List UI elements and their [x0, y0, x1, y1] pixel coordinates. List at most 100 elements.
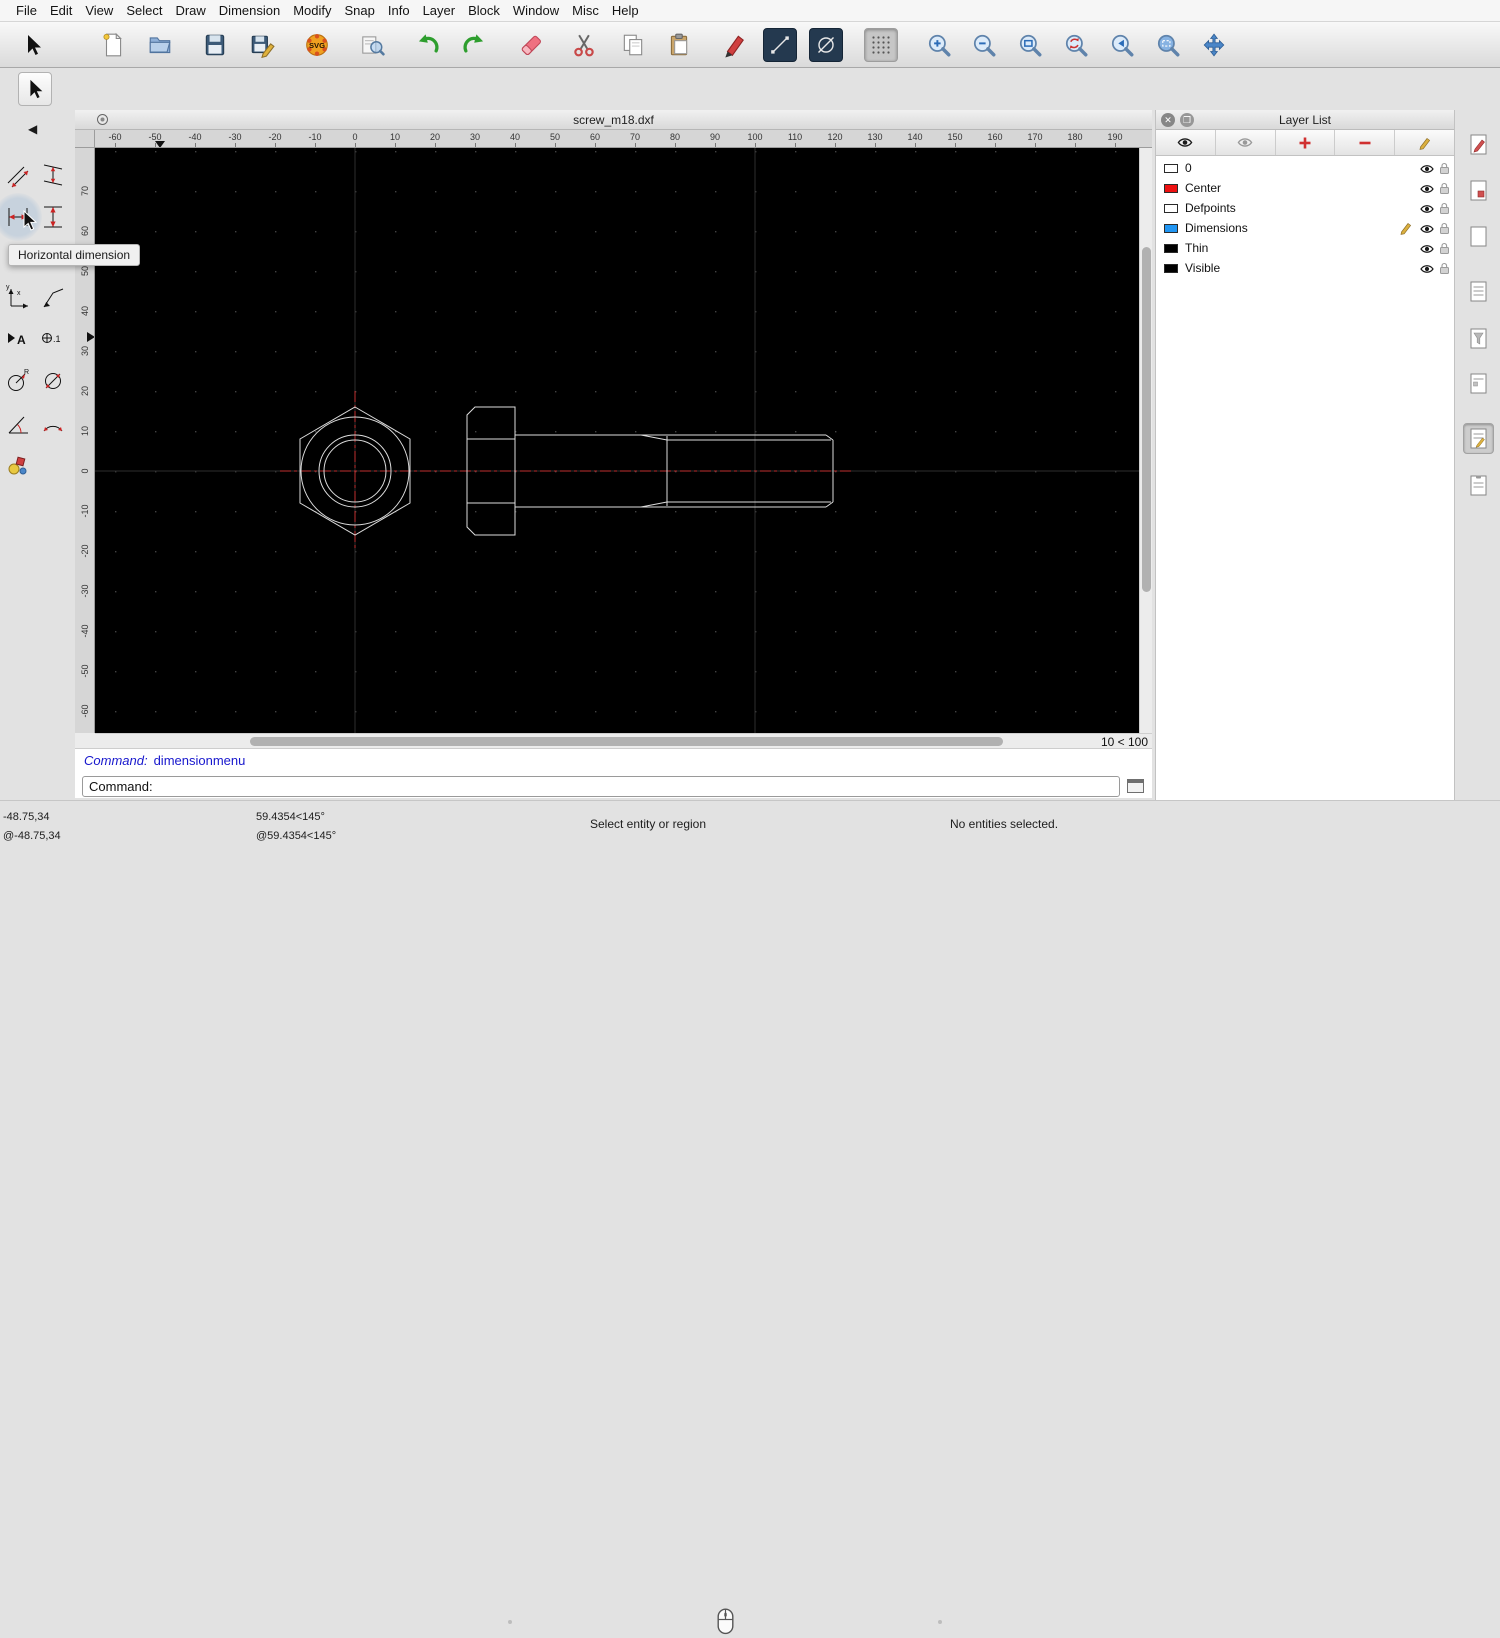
diametric-dimension-button[interactable] [37, 361, 69, 401]
angular-dimension-button[interactable] [2, 404, 34, 444]
menu-item-info[interactable]: Info [388, 3, 410, 18]
layer-color-swatch[interactable] [1164, 163, 1178, 173]
zoom-pan-button[interactable] [1197, 28, 1231, 62]
dock-toggle-list-button[interactable] [1463, 276, 1494, 307]
undo-button[interactable] [411, 28, 445, 62]
menu-item-select[interactable]: Select [126, 3, 162, 18]
menu-item-help[interactable]: Help [612, 3, 639, 18]
circle-tool-button[interactable] [809, 28, 843, 62]
panel-float-icon[interactable]: ❐ [1180, 113, 1194, 127]
layer-visibility-eye-icon[interactable] [1420, 163, 1434, 177]
zoom-redraw-button[interactable] [1059, 28, 1093, 62]
grid-toggle-button[interactable] [864, 28, 898, 62]
selection-tool-button[interactable] [18, 72, 52, 106]
modify-layer-button[interactable] [1395, 130, 1454, 155]
layer-color-swatch[interactable] [1164, 263, 1178, 273]
delete-button[interactable] [514, 28, 548, 62]
dock-toggle-blocks-button[interactable] [1463, 175, 1494, 206]
new-document-button[interactable] [96, 28, 130, 62]
line-tool-button[interactable] [763, 28, 797, 62]
layer-lock-icon[interactable] [1439, 242, 1450, 258]
menu-item-block[interactable]: Block [468, 3, 500, 18]
aligned-dimension-button[interactable] [2, 155, 34, 195]
document-titlebar[interactable]: screw_m18.dxf [75, 110, 1152, 130]
panel-close-icon[interactable]: ✕ [1161, 113, 1175, 127]
console-detach-button[interactable] [1127, 779, 1144, 793]
zoom-window-button[interactable] [1151, 28, 1185, 62]
menu-item-misc[interactable]: Misc [572, 3, 599, 18]
menu-item-snap[interactable]: Snap [345, 3, 375, 18]
menu-item-draw[interactable]: Draw [175, 3, 205, 18]
save-document-button[interactable] [198, 28, 232, 62]
export-svg-button[interactable]: SVG [300, 28, 334, 62]
layer-visibility-eye-icon[interactable] [1420, 183, 1434, 197]
layer-visibility-eye-icon[interactable] [1420, 243, 1434, 257]
layer-lock-icon[interactable] [1439, 182, 1450, 198]
dock-toggle-library-button[interactable] [1463, 129, 1494, 160]
text-dimension-button[interactable]: A [2, 318, 34, 358]
menu-item-view[interactable]: View [85, 3, 113, 18]
show-all-layers-button[interactable] [1156, 130, 1216, 155]
dock-toggle-sheet-button[interactable] [1463, 221, 1494, 252]
drawing-canvas[interactable] [95, 148, 1139, 733]
save-as-button[interactable] [245, 28, 279, 62]
tolerance-button[interactable]: .1 [37, 318, 69, 358]
ordinate-dimension-button[interactable]: yx [2, 276, 34, 316]
layer-color-swatch[interactable] [1164, 223, 1178, 233]
layer-row[interactable]: Defpoints [1156, 198, 1454, 218]
add-layer-button[interactable] [1276, 130, 1336, 155]
linear-dimension-button[interactable] [37, 155, 69, 195]
layer-row[interactable]: Thin [1156, 238, 1454, 258]
radial-dimension-button[interactable]: R [2, 361, 34, 401]
select-tool-button[interactable] [16, 28, 50, 62]
layer-color-swatch[interactable] [1164, 203, 1178, 213]
copy-button[interactable] [616, 28, 650, 62]
zoom-out-button[interactable] [967, 28, 1001, 62]
remove-layer-button[interactable] [1335, 130, 1396, 155]
leader-button[interactable] [37, 276, 69, 316]
paste-button[interactable] [662, 28, 696, 62]
zoom-previous-button[interactable] [1105, 28, 1139, 62]
layer-row-current[interactable]: Dimensions [1156, 218, 1454, 238]
layer-visibility-eye-icon[interactable] [1420, 223, 1434, 237]
zoom-in-button[interactable] [922, 28, 956, 62]
vertical-dimension-button[interactable] [37, 197, 69, 237]
print-preview-button[interactable] [355, 28, 389, 62]
layer-lock-icon[interactable] [1439, 222, 1450, 238]
layer-row[interactable]: Center [1156, 178, 1454, 198]
cut-button[interactable] [567, 28, 601, 62]
layer-lock-icon[interactable] [1439, 202, 1450, 218]
palette-collapse-arrow[interactable]: ◀ [28, 122, 37, 136]
menu-item-dimension[interactable]: Dimension [219, 3, 280, 18]
zoom-auto-button[interactable] [1013, 28, 1047, 62]
layer-lock-icon[interactable] [1439, 262, 1450, 278]
dimension-options-button[interactable] [2, 446, 34, 486]
vertical-scroll-thumb[interactable] [1142, 247, 1151, 592]
layer-visibility-eye-icon[interactable] [1420, 203, 1434, 217]
layer-color-swatch[interactable] [1164, 183, 1178, 193]
horizontal-scroll-thumb[interactable] [250, 737, 1003, 746]
arc-dimension-button[interactable] [37, 404, 69, 444]
hide-all-layers-button[interactable] [1216, 130, 1276, 155]
layer-color-swatch[interactable] [1164, 243, 1178, 253]
layer-visibility-eye-icon[interactable] [1420, 263, 1434, 277]
menu-item-edit[interactable]: Edit [50, 3, 72, 18]
redo-button[interactable] [457, 28, 491, 62]
command-input[interactable]: Command: [82, 776, 1120, 797]
dock-toggle-filter-button[interactable] [1463, 323, 1494, 354]
layer-row[interactable]: 0 [1156, 158, 1454, 178]
menu-item-layer[interactable]: Layer [423, 3, 456, 18]
menu-item-file[interactable]: File [16, 3, 37, 18]
menu-item-window[interactable]: Window [513, 3, 559, 18]
menu-item-modify[interactable]: Modify [293, 3, 331, 18]
vertical-scrollbar[interactable] [1139, 148, 1152, 733]
dock-toggle-command-button[interactable] [1463, 423, 1494, 454]
layer-lock-icon[interactable] [1439, 162, 1450, 178]
dock-toggle-clipboard-button[interactable] [1463, 470, 1494, 501]
pen-button[interactable] [717, 28, 751, 62]
dock-toggle-properties-button[interactable] [1463, 368, 1494, 399]
layer-row[interactable]: Visible [1156, 258, 1454, 278]
svg-text:R: R [24, 369, 29, 376]
open-document-button[interactable] [143, 28, 177, 62]
horizontal-scrollbar[interactable]: 10 < 100 [95, 733, 1152, 749]
